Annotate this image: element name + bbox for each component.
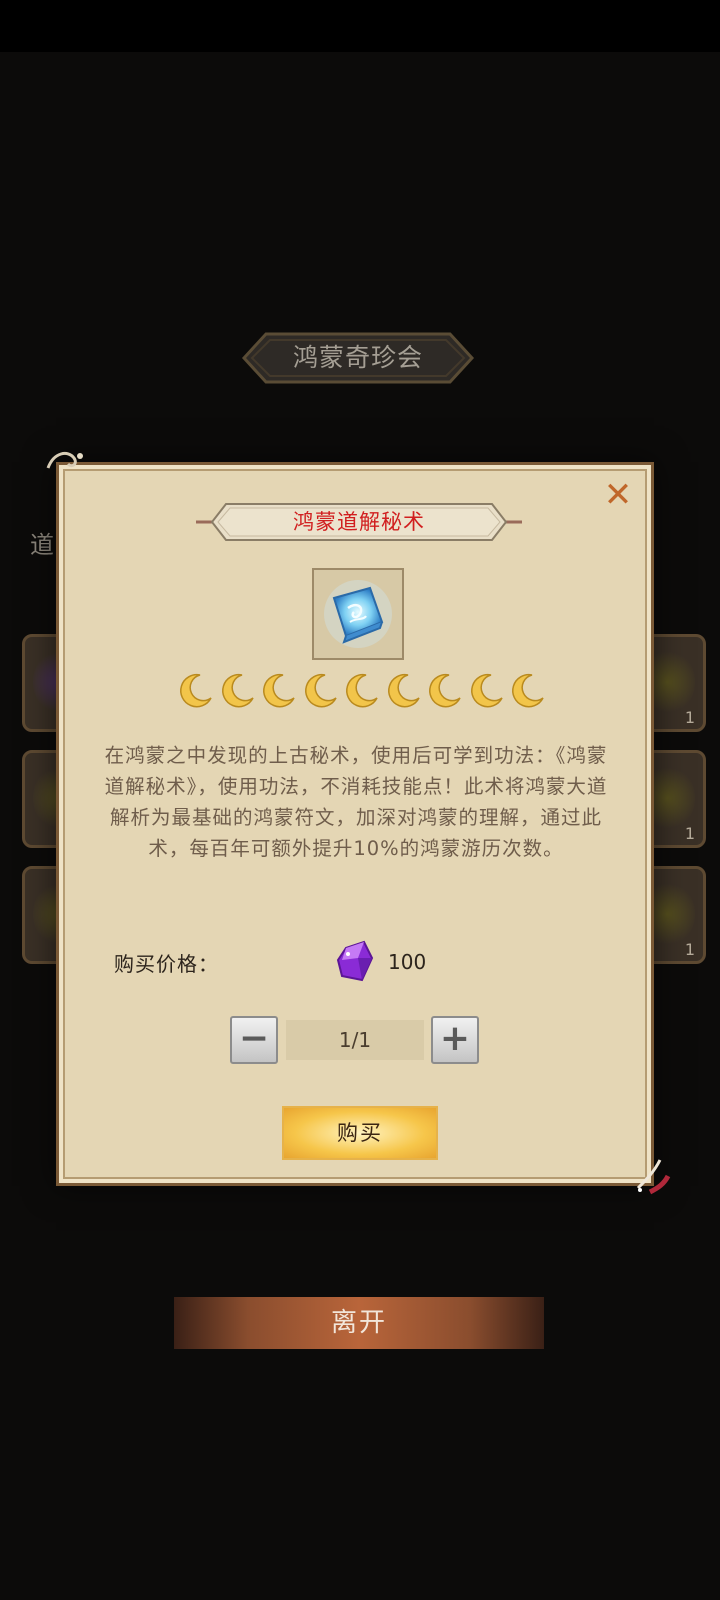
item-icon-frame — [312, 568, 404, 660]
crescent-moon-icon — [304, 673, 337, 708]
flourish-icon — [46, 451, 83, 469]
crescent-moon-icon — [429, 673, 461, 708]
card-count: 1 — [684, 708, 695, 727]
status-bar — [0, 0, 720, 52]
close-icon[interactable]: ✕ — [600, 478, 636, 514]
crescent-moon-icon — [470, 673, 503, 708]
crescent-moon-icon — [387, 673, 420, 708]
price-value: 100 — [388, 950, 427, 974]
item-name: 鸿蒙道解秘术 — [293, 510, 425, 534]
card-count: 1 — [684, 940, 695, 959]
card-count: 1 — [684, 824, 695, 843]
background-label: 道 — [30, 531, 54, 559]
buy-button[interactable]: 购买 — [282, 1106, 438, 1160]
item-description: 在鸿蒙之中发现的上古秘术，使用后可学到功法：《鸿蒙道解秘术》，使用功法，不消耗技… — [104, 744, 608, 860]
crescent-moon-icon — [346, 673, 378, 708]
crescent-moon-icon — [180, 673, 212, 708]
price-label: 购买价格： — [114, 952, 219, 976]
increase-quantity-button[interactable]: + — [431, 1016, 479, 1064]
glowing-blue-book-icon — [324, 580, 392, 648]
quantity-field: 1/1 — [286, 1020, 424, 1060]
crescent-moon-icon — [512, 673, 544, 708]
decrease-quantity-button[interactable]: − — [230, 1016, 278, 1064]
crescent-moon-icon — [221, 673, 254, 708]
purple-gem-icon — [336, 940, 374, 982]
moon-rating — [176, 672, 546, 716]
shop-title-plate: 鸿蒙奇珍会 — [236, 330, 480, 386]
item-name-plate: 鸿蒙道解秘术 — [196, 502, 522, 542]
game-screen: 鸿蒙奇珍会 道 1 1 1 ✕ 鸿蒙道解秘术 在鸿蒙之中发现的上古秘术，使用后可… — [0, 0, 720, 1600]
flourish-icon — [636, 1159, 671, 1195]
leave-button[interactable]: 离开 — [174, 1297, 544, 1349]
shop-title: 鸿蒙奇珍会 — [292, 343, 423, 372]
crescent-moon-icon — [263, 673, 295, 708]
